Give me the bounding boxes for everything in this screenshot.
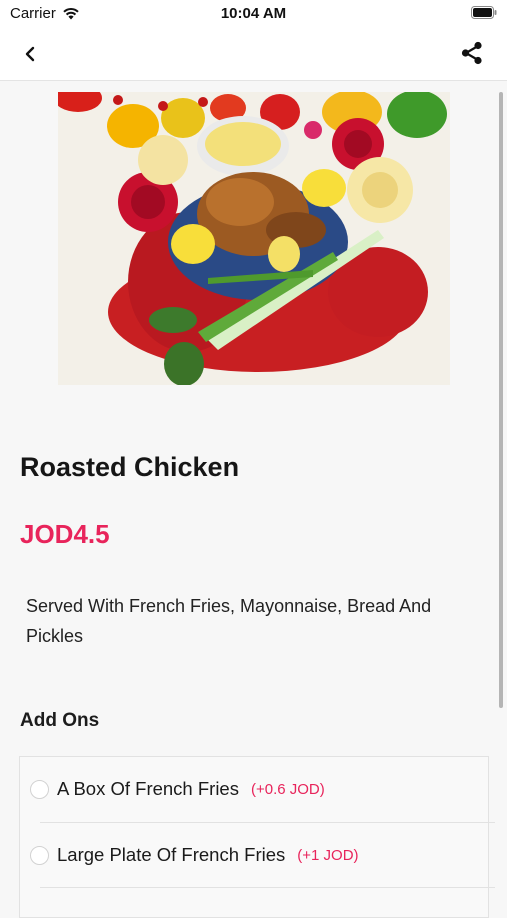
scroll-indicator[interactable]	[499, 92, 503, 708]
addon-name: Large Plate Of French Fries	[57, 844, 286, 865]
roasted-chicken-photo	[58, 92, 450, 385]
addon-price: (+0.6 JOD)	[250, 780, 325, 798]
navigation-bar	[0, 30, 507, 81]
divider	[40, 887, 495, 888]
radio-button[interactable]	[30, 779, 49, 799]
product-image	[58, 92, 450, 385]
share-icon[interactable]	[459, 40, 485, 66]
radio-button[interactable]	[30, 845, 49, 865]
battery-icon	[471, 6, 497, 19]
divider	[40, 822, 495, 823]
product-price: JOD4.5	[20, 519, 110, 549]
addon-item-large-plate-of-french-fries[interactable]: Large Plate Of French Fries (+1 JOD)	[30, 824, 480, 886]
addon-item-box-of-french-fries[interactable]: A Box Of French Fries (+0.6 JOD)	[30, 758, 480, 820]
status-bar: Carrier 10:04 AM	[0, 0, 507, 30]
product-title: Roasted Chicken	[20, 452, 240, 482]
addons-heading: Add Ons	[20, 710, 100, 731]
product-description: Served With French Fries, Mayonnaise, Br…	[26, 596, 432, 646]
addon-price: (+1 JOD)	[297, 846, 359, 864]
addons-list: A Box Of French Fries (+0.6 JOD) Large P…	[19, 756, 495, 918]
addon-name: A Box Of French Fries	[57, 778, 239, 799]
back-button[interactable]	[20, 43, 42, 65]
clock: 10:04 AM	[220, 5, 287, 22]
